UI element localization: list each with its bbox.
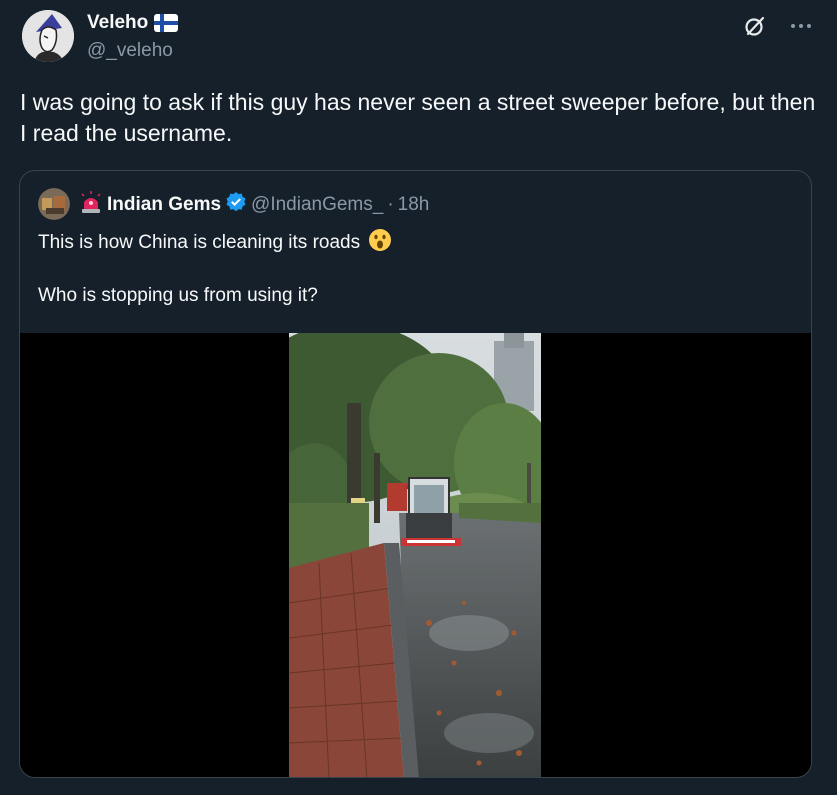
tweet-card: Veleho @_veleho I was going to ask if th… — [0, 0, 837, 795]
rotating-light-icon — [79, 191, 103, 219]
quoted-tweet[interactable]: Indian Gems @IndianGems_ · 18h This is h… — [19, 170, 812, 778]
quoted-text-1: This is how China is cleaning its roads — [38, 232, 361, 253]
author-name-row[interactable]: Veleho — [87, 12, 179, 34]
quoted-timestamp[interactable]: 18h — [398, 194, 430, 216]
video-player[interactable] — [20, 333, 811, 777]
author-handle[interactable]: @_veleho — [87, 40, 173, 62]
video-frame — [289, 333, 541, 777]
verified-badge-icon — [225, 191, 247, 219]
author-name[interactable]: Veleho — [87, 12, 148, 34]
quoted-avatar-image — [38, 188, 70, 220]
quoted-text-line-2: Who is stopping us from using it? — [38, 285, 318, 306]
quoted-author-handle[interactable]: @IndianGems_ — [251, 194, 383, 216]
quoted-header: Indian Gems @IndianGems_ · 18h — [79, 191, 429, 219]
more-icon[interactable] — [787, 12, 815, 40]
quoted-avatar[interactable] — [38, 188, 70, 220]
author-avatar[interactable] — [22, 10, 74, 62]
quoted-text-line-1: This is how China is cleaning its roads — [38, 228, 392, 258]
street-sweeper-video-image — [289, 333, 541, 777]
astonished-face-icon — [368, 228, 392, 258]
quoted-separator: · — [387, 194, 394, 215]
finland-flag-icon — [154, 14, 179, 32]
tweet-text: I was going to ask if this guy has never… — [20, 89, 816, 146]
tweet-actions — [741, 12, 815, 40]
grok-icon[interactable] — [741, 12, 769, 40]
quoted-author-name[interactable]: Indian Gems — [107, 194, 221, 216]
avatar-image — [22, 10, 74, 62]
